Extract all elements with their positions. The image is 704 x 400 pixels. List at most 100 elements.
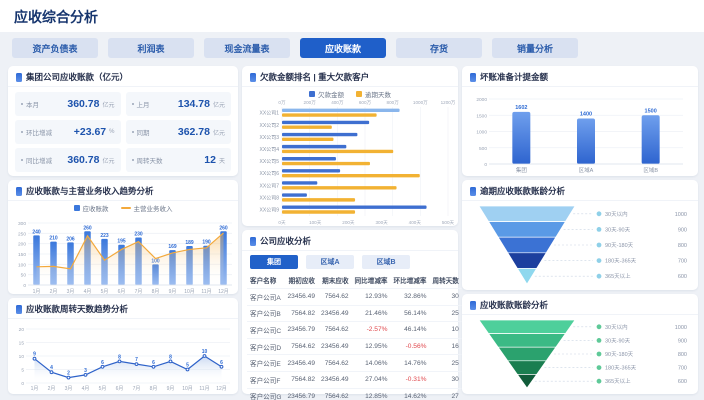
svg-text:9月: 9月 <box>167 386 175 392</box>
svg-text:30天-90天: 30天-90天 <box>605 226 631 233</box>
table-cell: 客户公司F <box>247 371 285 388</box>
table-row[interactable]: 客户公司D7564.6223456.4912.95%-0.56%16 <box>247 338 462 355</box>
kpi-unit: 亿元 <box>213 100 225 109</box>
kpi-unit: 亿元 <box>102 100 114 109</box>
svg-text:400天: 400天 <box>409 220 422 226</box>
svg-text:XX公司4: XX公司4 <box>260 147 280 153</box>
page-title: 应收综合分析 <box>14 7 98 27</box>
table-row[interactable]: 客户公司B7564.8223456.4921.46%56.14%25 <box>247 305 462 322</box>
panel-title: 公司应收分析 <box>260 235 311 247</box>
panel-receivable-aging: 应收账款账龄分析 30天以内100030天-90天90090天-180天8001… <box>462 294 698 394</box>
table-cell: 23456.49 <box>285 355 319 372</box>
svg-text:10: 10 <box>19 354 25 360</box>
legend-label: 主营业务收入 <box>134 203 173 213</box>
dashboard-app: 应收综合分析 资产负债表利润表现金流量表应收账款存货销量分析 集团公司应收账款（… <box>0 0 704 400</box>
kpi-label: 周转天数 <box>137 155 163 165</box>
turnover-days-chart: 0510152091月42月23月34月65月86月77月68月89月510月1… <box>11 319 235 393</box>
panel-title: 应收账款与主营业务收入趋势分析 <box>26 185 154 197</box>
svg-text:4: 4 <box>50 365 53 371</box>
table-row[interactable]: 客户公司A23456.497564.6212.93%32.86%30 <box>247 289 462 306</box>
table-row[interactable]: 客户公司E23456.497564.6214.06%14.76%25 <box>247 355 462 372</box>
panel-turnover-days: 应收账款周转天数趋势分析 0510152091月42月23月34月65月86月7… <box>8 298 238 394</box>
svg-text:260: 260 <box>83 225 92 231</box>
table-cell: 7564.62 <box>285 338 319 355</box>
legend-item: 欠款金额 <box>309 89 344 98</box>
panel-title: 逾期应收账款账龄分析 <box>480 185 565 197</box>
table-tab-2[interactable]: 区域A <box>306 255 354 269</box>
main-tab-1[interactable]: 资产负债表 <box>12 38 98 58</box>
svg-text:0: 0 <box>23 283 26 289</box>
document-icon <box>16 305 22 314</box>
main-tab-3[interactable]: 现金流量表 <box>204 38 290 58</box>
document-icon <box>250 73 256 82</box>
svg-text:5: 5 <box>186 363 189 369</box>
kpi-bullet <box>21 159 23 161</box>
svg-text:1月: 1月 <box>31 386 39 392</box>
svg-text:6: 6 <box>220 360 223 366</box>
svg-text:30天-90天: 30天-90天 <box>605 337 631 344</box>
legend-swatch <box>121 207 131 209</box>
table-cell: -0.56% <box>391 338 430 355</box>
svg-text:700: 700 <box>678 259 687 265</box>
kpi-unit: 亿元 <box>213 128 225 137</box>
svg-text:800万: 800万 <box>387 100 400 106</box>
svg-text:XX公司6: XX公司6 <box>260 171 280 177</box>
svg-text:240: 240 <box>32 229 41 235</box>
svg-text:300: 300 <box>18 221 26 227</box>
svg-text:10: 10 <box>202 349 208 355</box>
legend-swatch <box>356 91 362 97</box>
table-cell: -2.57% <box>352 322 391 339</box>
svg-text:7月: 7月 <box>133 386 141 392</box>
table-row[interactable]: 客户公司C23456.797564.62-2.57%46.14%10 <box>247 322 462 339</box>
table-header-cell: 客户名称 <box>247 272 285 289</box>
svg-text:90天-180天: 90天-180天 <box>605 242 634 249</box>
svg-text:XX公司3: XX公司3 <box>260 135 280 141</box>
table-tab-1[interactable]: 集团 <box>250 255 298 269</box>
svg-text:1200万: 1200万 <box>441 100 455 106</box>
table-cell: 14.62% <box>391 388 430 400</box>
table-cell: 7564.82 <box>285 371 319 388</box>
panel-title: 应收账款账龄分析 <box>480 299 548 311</box>
svg-text:11月: 11月 <box>201 289 211 295</box>
table-row[interactable]: 客户公司G23456.797564.6212.85%14.62%27 <box>247 388 462 400</box>
table-cell: 23456.49 <box>318 338 352 355</box>
svg-text:180天-365天: 180天-365天 <box>605 258 637 265</box>
main-tab-4[interactable]: 应收账款 <box>300 38 386 58</box>
legend-item: 主营业务收入 <box>121 203 173 212</box>
svg-text:900: 900 <box>678 338 687 344</box>
kpi-unit: % <box>109 129 114 135</box>
svg-text:0: 0 <box>484 162 487 168</box>
svg-text:4月: 4月 <box>84 289 92 295</box>
svg-text:6月: 6月 <box>116 386 124 392</box>
svg-text:5月: 5月 <box>101 289 109 295</box>
table-cell: 客户公司A <box>247 289 285 306</box>
table-tab-3[interactable]: 区域B <box>362 255 410 269</box>
svg-text:6: 6 <box>101 360 104 366</box>
panel-header: 集团公司应收账款（亿元） <box>8 66 238 87</box>
main-tab-5[interactable]: 存货 <box>396 38 482 58</box>
svg-text:30天以内: 30天以内 <box>605 210 628 218</box>
kpi-bullet <box>132 131 134 133</box>
svg-text:100天: 100天 <box>309 220 322 226</box>
svg-text:365天以上: 365天以上 <box>605 377 631 385</box>
panel-kpi-summary: 集团公司应收账款（亿元） 本月360.78亿元上月134.78亿元环比增减+23… <box>8 66 238 176</box>
svg-text:200: 200 <box>18 242 26 248</box>
svg-text:1000万: 1000万 <box>413 100 428 106</box>
svg-text:7: 7 <box>135 357 138 363</box>
svg-text:250: 250 <box>18 231 26 237</box>
kpi-grid: 本月360.78亿元上月134.78亿元环比增减+23.67%同期362.78亿… <box>8 87 238 177</box>
panel-title: 集团公司应收账款（亿元） <box>26 71 128 83</box>
main-tab-2[interactable]: 利润表 <box>108 38 194 58</box>
kpi-value: 12 <box>204 154 216 166</box>
table-cell: 30 <box>429 371 461 388</box>
document-icon <box>16 73 22 82</box>
table-cell: 14.76% <box>391 355 430 372</box>
svg-text:180天-365天: 180天-365天 <box>605 365 637 372</box>
main-tab-6[interactable]: 销量分析 <box>492 38 578 58</box>
table-cell: 25 <box>429 305 461 322</box>
svg-text:0天: 0天 <box>278 220 286 226</box>
table-row[interactable]: 客户公司F7564.8223456.4927.04%-0.31%30 <box>247 371 462 388</box>
kpi-card: 同期362.78亿元 <box>126 120 232 144</box>
main-tabbar: 资产负债表利润表现金流量表应收账款存货销量分析 <box>12 38 578 58</box>
svg-text:500天: 500天 <box>442 220 455 226</box>
